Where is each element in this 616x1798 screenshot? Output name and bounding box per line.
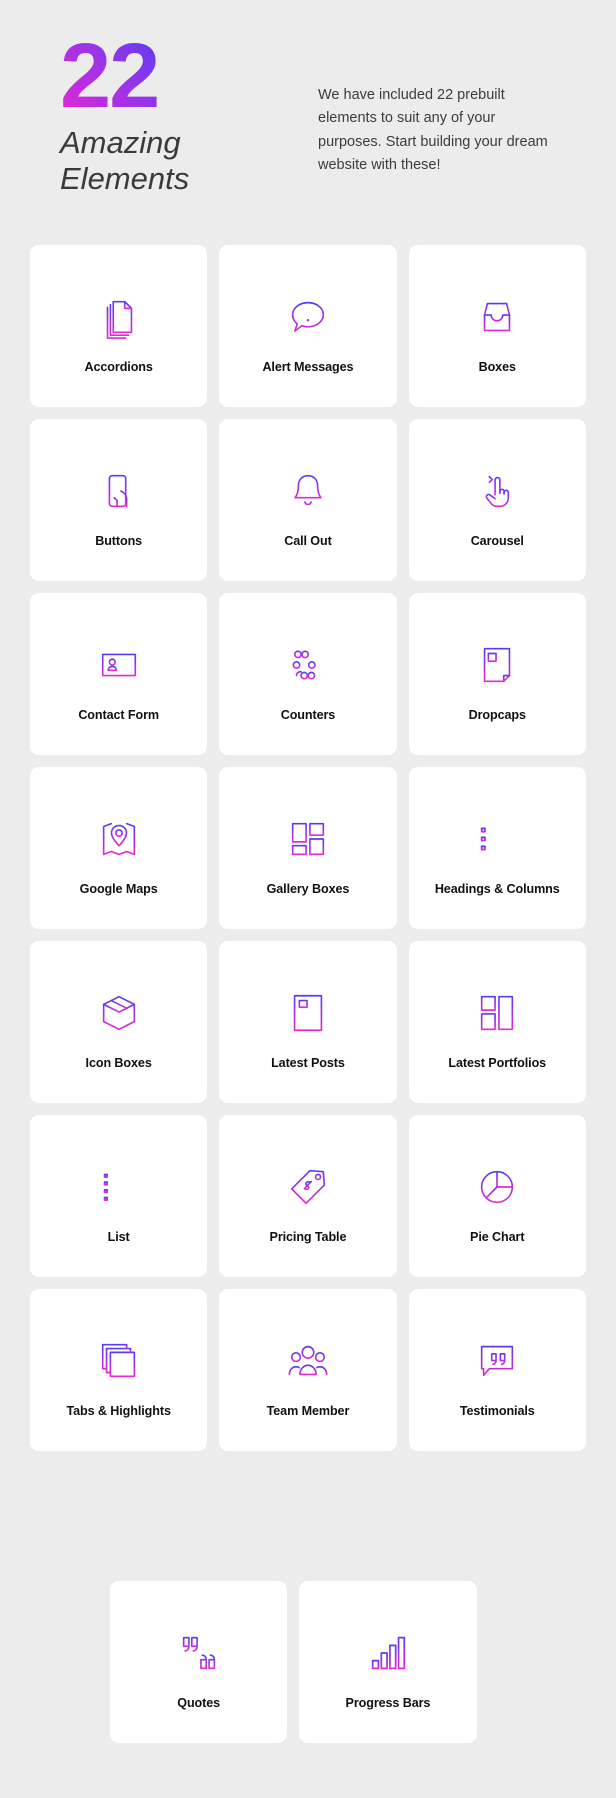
article-document-icon — [284, 989, 332, 1037]
element-card-latest-posts[interactable]: Latest Posts — [219, 941, 397, 1103]
element-card-progress-bars[interactable]: Progress Bars — [299, 1581, 477, 1743]
element-card-google-maps[interactable]: Google Maps — [30, 767, 208, 929]
elements-grid: Accordions Alert Messages Boxes Buttons … — [30, 245, 586, 1451]
element-card-label: Alert Messages — [262, 360, 354, 374]
hand-swipe-arrow-icon — [473, 467, 521, 515]
stacked-pages-icon — [95, 293, 143, 341]
element-card-headings-columns[interactable]: Headings & Columns — [408, 767, 586, 929]
bar-levels-icon — [364, 1629, 412, 1677]
gallery-grid-icon — [284, 815, 332, 863]
hero-description: We have included 22 prebuilt elements to… — [318, 87, 548, 174]
element-card-counters[interactable]: Counters — [219, 593, 397, 755]
page-header: 22 Amazing Elements We have included 22 … — [0, 0, 616, 232]
contact-card-icon — [95, 641, 143, 689]
element-card-pie-chart[interactable]: Pie Chart — [408, 1115, 586, 1277]
element-card-buttons[interactable]: Buttons — [30, 419, 208, 581]
bullet-list-icon — [95, 1163, 143, 1211]
people-group-icon — [284, 1337, 332, 1385]
element-card-label: List — [107, 1230, 130, 1244]
map-pin-icon — [95, 815, 143, 863]
hero-subtitle-line-2: Elements — [60, 161, 190, 197]
element-card-label: Latest Portfolios — [448, 1056, 547, 1070]
element-card-team-member[interactable]: Team Member — [219, 1289, 397, 1451]
elements-showcase-page: 22 Amazing Elements We have included 22 … — [0, 0, 616, 1798]
hero-count-number: 22 — [60, 25, 160, 127]
element-card-label: Progress Bars — [345, 1696, 431, 1710]
elements-grid-last-row: Quotes Progress Bars — [110, 1581, 480, 1743]
element-card-label: Dropcaps — [468, 708, 526, 722]
element-card-contact-form[interactable]: Contact Form — [30, 593, 208, 755]
price-tag-icon — [284, 1163, 332, 1211]
bell-icon — [284, 467, 332, 515]
pie-chart-icon — [473, 1163, 521, 1211]
element-card-carousel[interactable]: Carousel — [408, 419, 586, 581]
element-card-label: Latest Posts — [271, 1056, 345, 1070]
portfolio-grid-icon — [473, 989, 521, 1037]
element-card-call-out[interactable]: Call Out — [219, 419, 397, 581]
element-card-boxes[interactable]: Boxes — [408, 245, 586, 407]
speech-bubble-exclamation-icon — [284, 293, 332, 341]
element-card-tabs-highlights[interactable]: Tabs & Highlights — [30, 1289, 208, 1451]
hero-subtitle-line-1: Amazing — [60, 124, 181, 160]
document-dropcap-icon — [473, 641, 521, 689]
element-card-label: Pie Chart — [470, 1230, 525, 1244]
element-card-list[interactable]: List — [30, 1115, 208, 1277]
element-card-label: Headings & Columns — [434, 882, 560, 896]
element-card-label: Call Out — [284, 534, 332, 548]
element-card-label: Tabs & Highlights — [66, 1404, 171, 1418]
element-card-label: Contact Form — [78, 708, 159, 722]
element-card-testimonials[interactable]: Testimonials — [408, 1289, 586, 1451]
element-card-label: Gallery Boxes — [266, 882, 350, 896]
element-card-label: Accordions — [84, 360, 153, 374]
element-card-label: Icon Boxes — [85, 1056, 152, 1070]
element-card-alert-messages[interactable]: Alert Messages — [219, 245, 397, 407]
quote-bubble-icon — [473, 1337, 521, 1385]
layered-tabs-icon — [95, 1337, 143, 1385]
heading-lines-icon — [473, 815, 521, 863]
element-card-label: Google Maps — [79, 882, 158, 896]
element-card-label: Pricing Table — [269, 1230, 347, 1244]
element-card-latest-portfolios[interactable]: Latest Portfolios — [408, 941, 586, 1103]
element-card-label: Buttons — [95, 534, 143, 548]
element-card-quotes[interactable]: Quotes — [110, 1581, 288, 1743]
element-card-dropcaps[interactable]: Dropcaps — [408, 593, 586, 755]
element-card-label: Boxes — [478, 360, 516, 374]
element-card-label: Counters — [280, 708, 336, 722]
element-card-label: Carousel — [470, 534, 524, 548]
element-card-label: Team Member — [266, 1404, 350, 1418]
element-card-accordions[interactable]: Accordions — [30, 245, 208, 407]
element-card-pricing-table[interactable]: Pricing Table — [219, 1115, 397, 1277]
quotation-marks-icon — [175, 1629, 223, 1677]
sliders-icon — [284, 641, 332, 689]
element-card-label: Quotes — [177, 1696, 221, 1710]
open-box-tray-icon — [473, 293, 521, 341]
cube-box-icon — [95, 989, 143, 1037]
hero-subtitle: Amazing Elements — [60, 125, 268, 198]
element-card-icon-boxes[interactable]: Icon Boxes — [30, 941, 208, 1103]
hero-title-block: 22 Amazing Elements — [60, 25, 268, 198]
element-card-label: Testimonials — [459, 1404, 535, 1418]
element-card-gallery-boxes[interactable]: Gallery Boxes — [219, 767, 397, 929]
phone-tap-icon — [95, 467, 143, 515]
